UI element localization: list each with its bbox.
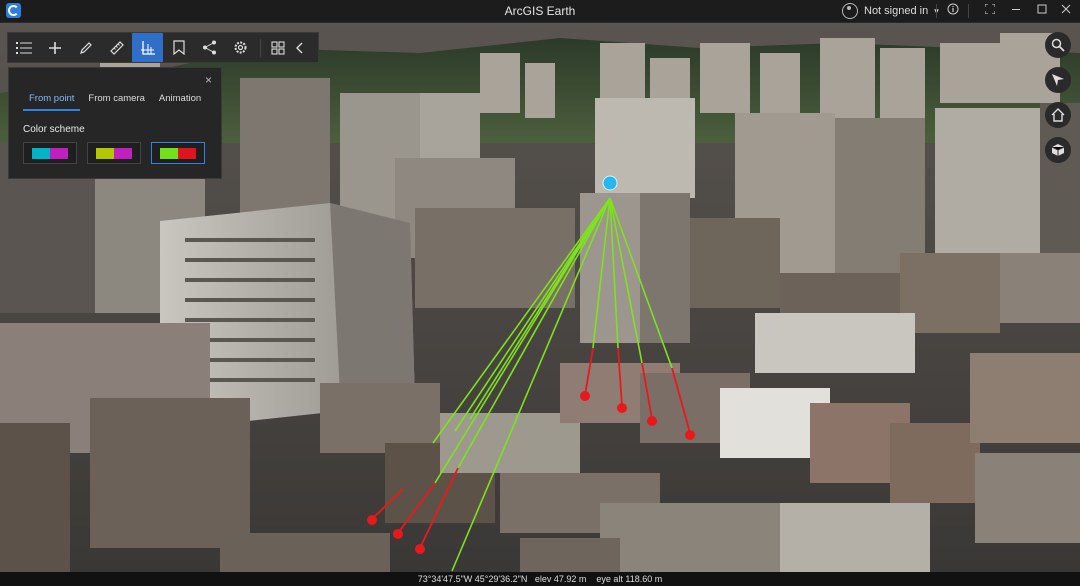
panel-tabs: From point From camera Animation <box>23 90 209 111</box>
add-icon[interactable] <box>39 33 70 62</box>
view-cube-button[interactable] <box>1045 137 1071 163</box>
sign-in-label: Not signed in <box>864 5 929 17</box>
tab-from-camera[interactable]: From camera <box>82 90 150 111</box>
color-scheme-option-2[interactable] <box>87 142 141 164</box>
color-scheme-option-1[interactable] <box>23 142 77 164</box>
observer-point[interactable] <box>602 175 618 191</box>
home-icon <box>1051 108 1065 122</box>
line-of-sight-panel: × From point From camera Animation Color… <box>8 67 222 179</box>
divider <box>936 4 937 18</box>
maximize-icon[interactable] <box>1034 3 1050 19</box>
navigate-icon <box>1052 74 1064 86</box>
grid-icon[interactable] <box>265 33 291 62</box>
color-scheme-option-3[interactable] <box>151 142 205 164</box>
elevation-readout: elev 47.92 m <box>534 574 587 584</box>
swatch-color-b <box>50 147 68 159</box>
main-toolbar <box>7 32 319 63</box>
list-icon[interactable] <box>8 33 39 62</box>
fullscreen-icon[interactable] <box>982 3 998 19</box>
swatch-color-a <box>32 147 50 159</box>
settings-icon[interactable] <box>225 33 256 62</box>
bookmark-icon[interactable] <box>163 33 194 62</box>
swatch-color-b <box>178 147 196 159</box>
cube-icon <box>1051 144 1065 156</box>
swatch-color-a <box>160 147 178 159</box>
eye-altitude-readout: eye alt 118.60 m <box>596 574 663 584</box>
search-icon <box>1051 38 1065 52</box>
divider <box>968 4 969 18</box>
swatch-color-b <box>114 147 132 159</box>
measure-icon[interactable] <box>101 33 132 62</box>
close-icon[interactable]: × <box>205 73 212 87</box>
tab-from-point[interactable]: From point <box>23 90 81 111</box>
tab-animation[interactable]: Animation <box>153 90 207 111</box>
close-icon[interactable] <box>1058 3 1074 19</box>
home-button[interactable] <box>1045 102 1071 128</box>
navigate-button[interactable] <box>1045 67 1071 93</box>
toolbar-divider <box>260 38 261 57</box>
swatch-color-a <box>96 147 114 159</box>
share-icon[interactable] <box>194 33 225 62</box>
color-scheme-label: Color scheme <box>23 124 85 135</box>
user-icon <box>842 3 858 19</box>
minimize-icon[interactable] <box>1008 3 1024 19</box>
title-bar: ArcGIS Earth Not signed in ▾ <box>0 0 1080 23</box>
draw-icon[interactable] <box>70 33 101 62</box>
analysis-icon[interactable] <box>132 33 163 62</box>
search-button[interactable] <box>1045 32 1071 58</box>
sign-in-menu[interactable]: Not signed in ▾ <box>842 3 939 19</box>
coordinates-readout: 73°34'47.5"W 45°29'36.2"N <box>417 574 528 584</box>
collapse-icon[interactable] <box>291 33 309 62</box>
status-bar: 73°34'47.5"W 45°29'36.2"N elev 47.92 m e… <box>0 572 1080 586</box>
info-icon[interactable] <box>945 3 961 19</box>
